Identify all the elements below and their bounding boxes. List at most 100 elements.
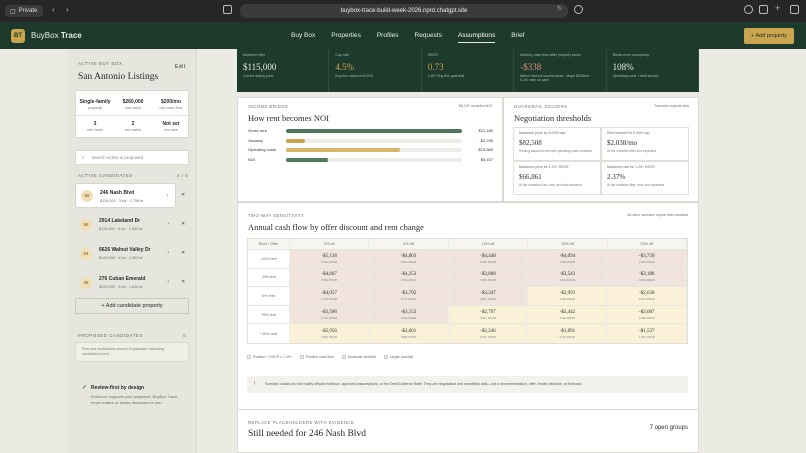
cell-cash-flow: -$3,898 — [480, 272, 496, 278]
sensitivity-col-header: 20% off — [608, 239, 688, 249]
candidate-item[interactable]: 46 276 Cuban Emerald $229,000 · 3 bd · 1,6… — [75, 270, 176, 295]
info-icon: ! — [254, 381, 256, 387]
legend-swatch — [299, 355, 304, 360]
cell-dscr: 0.86x DSCR — [559, 296, 576, 301]
cell-cash-flow: -$4,803 — [400, 253, 417, 259]
legend-swatch — [341, 355, 346, 360]
cell-cash-flow: -$5,138 — [321, 253, 337, 259]
back-arrow-icon[interactable]: ‹ — [52, 5, 55, 14]
add-candidate-button[interactable]: + Add candidate property — [75, 298, 189, 314]
candidate-item[interactable]: 56 246 Nash Blvd $110,000 · 3 bd · 1,798 s… — [75, 183, 176, 208]
guardrail-label: GUARDRAIL SOLVERS — [514, 104, 568, 109]
remove-candidate-icon[interactable]: ✕ — [181, 279, 185, 285]
chevron-right-icon[interactable]: › — [166, 193, 168, 199]
cell-cash-flow: -$2,246 — [480, 328, 496, 334]
reload-icon[interactable]: ↻ — [557, 5, 562, 12]
cell-dscr: 0.86x DSCR — [400, 334, 417, 339]
income-bar-track — [286, 148, 462, 152]
sensitivity-cell: -$4,803 0.53x DSCR — [369, 250, 449, 268]
nav-item-buy-box[interactable]: Buy Box — [291, 32, 315, 43]
add-property-button[interactable]: + Add property — [744, 28, 794, 44]
chevron-right-icon[interactable]: › — [167, 221, 169, 227]
tab-overview-icon[interactable] — [223, 5, 232, 14]
legend-item: Positive + DSCR ≥ 1.20+ — [247, 355, 292, 360]
sensitivity-title: Annual cash flow by offer discount and r… — [248, 222, 424, 232]
browser-toolbar: ▢ Private ‹ › buybox-trace-build-week-20… — [0, 0, 806, 22]
private-indicator: ▢ Private — [5, 5, 43, 17]
negotiation-subtext: At the modeled offer, rent, and expenses — [607, 183, 665, 187]
chevron-right-icon[interactable]: › — [167, 250, 169, 256]
cell-cash-flow: -$3,702 — [400, 290, 417, 296]
chevron-right-icon[interactable]: › — [167, 279, 169, 285]
scenario-disclaimer: ! Scenario values do not modify official… — [247, 376, 688, 393]
legend-label: Larger shortfall — [389, 355, 414, 359]
stat-key: max price — [124, 106, 142, 110]
candidate-score-badge: 56 — [80, 218, 92, 231]
cell-dscr: 0.62x DSCR — [639, 259, 655, 264]
forward-arrow-icon[interactable]: › — [66, 5, 69, 14]
kpi-label: Cap rate — [335, 53, 350, 57]
sensitivity-cell: -$3,898 0.60x DSCR — [448, 268, 529, 287]
sensitivity-cell: -$4,094 0.58x DSCR — [528, 250, 608, 268]
replace-placeholders-card: REPLACE PLACEHOLDERS WITH EVIDENCE Still… — [237, 410, 699, 453]
candidate-search-input[interactable]: ⌕ Search active & proposed — [75, 150, 189, 165]
search-icon: ⌕ — [82, 155, 85, 160]
brand-second: Trace — [60, 31, 82, 40]
active-candidates-count: 4 / 5 — [177, 173, 189, 178]
buybox-stat: Not set min size — [152, 121, 190, 132]
share-icon[interactable] — [759, 5, 768, 14]
candidate-detail: $149,000 · 4 bd · 1,353 sf — [99, 256, 143, 260]
candidate-score-badge: 56 — [81, 189, 93, 202]
new-tab-icon[interactable]: + — [775, 3, 780, 13]
sensitivity-row: 0% rent -$4,057 0.73x DSCR -$3,702 0.77x DSC… — [248, 287, 688, 306]
nav-item-requests[interactable]: Requests — [415, 32, 442, 43]
remove-candidate-icon[interactable]: ✕ — [181, 192, 185, 198]
sensitivity-cell: -$4,448 0.55x DSCR — [448, 250, 529, 268]
stat-key: min size — [164, 128, 178, 132]
cell-dscr: 0.82x DSCR — [321, 334, 337, 339]
income-bar-label: Gross rent — [248, 128, 267, 133]
cell-cash-flow: -$4,607 — [321, 272, 337, 278]
stat-value: Not set — [162, 121, 180, 127]
sensitivity-cell: -$3,702 0.77x DSCR — [369, 287, 449, 305]
remove-candidate-icon[interactable]: ✕ — [181, 250, 185, 256]
kpi-value: 108% — [612, 62, 634, 72]
download-icon[interactable] — [744, 5, 753, 14]
nav-item-profiles[interactable]: Profiles — [377, 32, 399, 43]
sensitivity-cell: -$4,253 0.56x DSCR — [369, 268, 449, 287]
nav-item-assumptions[interactable]: Assumptions — [458, 32, 496, 43]
candidate-detail: $115,000 · 4 bd · 1,003 sf — [99, 227, 143, 231]
cell-cash-flow: -$1,891 — [559, 328, 576, 334]
remove-candidate-icon[interactable]: ✕ — [181, 221, 185, 227]
legend-item: Positive cash flow — [299, 355, 334, 360]
kpi-tile: Monthly cash flow after property taxes -$… — [514, 49, 607, 92]
proposed-candidates-count: 0 — [183, 333, 187, 338]
nav-item-properties[interactable]: Properties — [331, 32, 361, 43]
cell-dscr: 0.69x DSCR — [639, 278, 655, 283]
address-bar[interactable]: buybox-trace-build-week-2026.nprd.chatgp… — [240, 4, 568, 18]
cell-dscr: 0.92x DSCR — [480, 334, 496, 339]
tabs-icon[interactable] — [790, 5, 799, 14]
sensitivity-row-label: 0% rent — [248, 287, 290, 305]
candidate-item[interactable]: 54 6626 Walnut Valley Dr $149,000 · 4 bd ·… — [75, 241, 176, 266]
kpi-label: Monthly cash flow after property taxes — [520, 53, 581, 57]
stat-key: min cash flow — [159, 106, 183, 110]
nav-item-brief[interactable]: Brief — [511, 32, 524, 43]
cell-cash-flow: -$3,347 — [480, 290, 496, 296]
sensitivity-row-label: -5% rent — [248, 268, 290, 287]
sensitivity-row-label: +5% rent — [248, 305, 290, 324]
income-bar-row: Gross rent $21,180 — [248, 128, 493, 134]
buybox-stat: $260,000 max price — [114, 99, 152, 110]
candidate-name: 276 Cuban Emerald — [99, 276, 146, 282]
cell-cash-flow: -$2,442 — [559, 309, 576, 315]
negotiation-cell: Maximum price for 1.20+ DSCR $66,861 At th… — [513, 161, 601, 195]
income-bar-value: -$13,883 — [477, 147, 493, 152]
candidate-item[interactable]: 56 2914 Lakeland Dr $115,000 · 4 bd · 1,00… — [75, 212, 176, 237]
edit-buybox-link[interactable]: Edit — [175, 64, 186, 70]
kpi-tile: Break-even occupancy 108% Operating costs … — [607, 49, 700, 92]
cell-dscr: 0.82x DSCR — [400, 315, 417, 320]
cell-dscr: 0.73x DSCR — [321, 296, 337, 301]
kpi-value: 4.5% — [335, 62, 355, 72]
cell-cash-flow: -$2,797 — [480, 309, 496, 315]
theme-icon[interactable] — [574, 5, 583, 14]
